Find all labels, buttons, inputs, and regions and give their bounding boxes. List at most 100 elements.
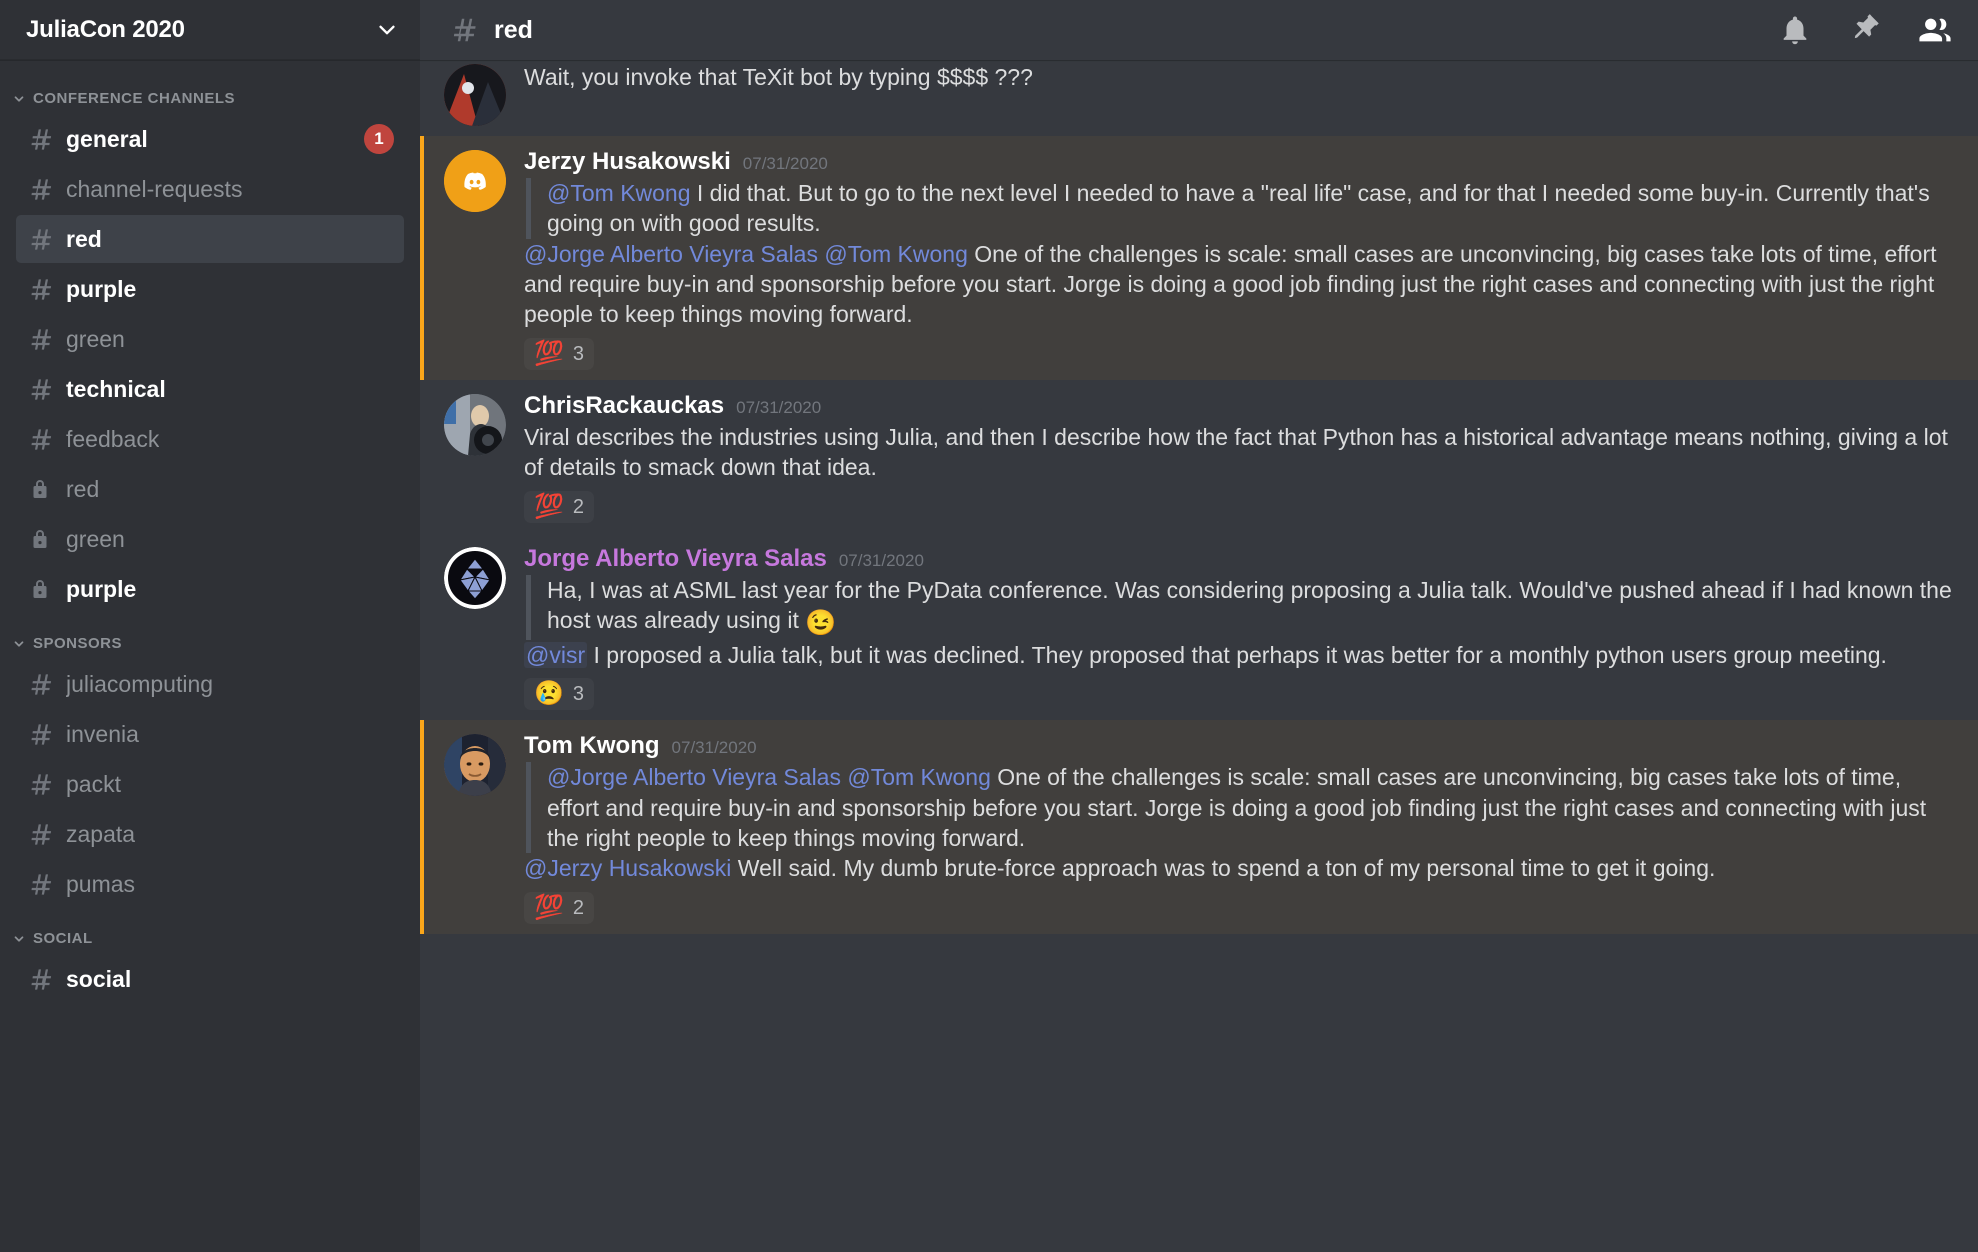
user-mention[interactable]: @Tom Kwong [824,241,968,267]
sidebar-item-social[interactable]: social [16,955,404,1003]
sidebar-item-invenia[interactable]: invenia [16,710,404,758]
avatar[interactable] [444,546,506,609]
hash-icon [28,821,58,848]
message-group: Wait, you invoke that TeXit bot by typin… [420,60,1978,136]
message-timestamp: 07/31/2020 [838,550,924,570]
user-mention[interactable]: @Jerzy Husakowski [524,855,731,881]
channel-category-sponsors[interactable]: SPONSORS [0,615,420,660]
chevron-down-icon[interactable] [376,19,398,41]
avatar[interactable] [444,734,506,797]
channel-name: red [66,225,102,252]
notifications-bell-icon[interactable] [1778,13,1812,47]
user-mention[interactable]: @visr [524,641,588,668]
message-header: Jerzy Husakowski 07/31/2020 [524,148,1952,176]
channel-list[interactable]: CONFERENCE CHANNELS general 1 channel-reque… [0,60,420,1252]
message-text: I proposed a Julia talk, but it was decl… [587,641,1887,668]
reaction-badge[interactable]: 💯 2 [524,891,595,924]
reaction-count: 2 [572,896,585,919]
message-list[interactable]: Wait, you invoke that TeXit bot by typin… [420,60,1978,1252]
message-quote-line: @Tom Kwong I did that. But to go to the … [526,178,1952,239]
hash-icon [28,426,58,453]
message-row: Wait, you invoke that TeXit bot by typin… [420,60,1952,126]
user-mention[interactable]: @Jorge Alberto Vieyra Salas [524,241,818,267]
channel-category-social[interactable]: SOCIAL [0,910,420,955]
message-timestamp: 07/31/2020 [736,397,822,417]
message-author[interactable]: ChrisRackauckas [524,392,724,420]
message-quote-line: @Jorge Alberto Vieyra Salas @Tom Kwong O… [526,762,1952,854]
hash-icon [450,15,480,45]
message-text: I did that. But to go to the next level … [547,180,1930,237]
channel-name: technical [66,375,166,402]
reaction-badge[interactable]: 😢 3 [524,678,595,711]
message-text-line: @Jerzy Husakowski Well said. My dumb bru… [524,853,1952,883]
chevron-down-icon [12,932,26,946]
category-label: SPONSORS [33,635,123,652]
channel-name: purple [66,275,137,302]
discord-app-window: JuliaCon 2020 CONFERENCE CHANNELS general… [0,0,1978,1252]
message-header: ChrisRackauckas 07/31/2020 [524,392,1952,420]
sidebar-item-green[interactable]: green [16,515,404,563]
reaction-emoji: 💯 [534,339,564,367]
server-name: JuliaCon 2020 [26,15,185,43]
hash-icon [28,871,58,898]
channel-header: red [420,0,1978,60]
pinned-messages-icon[interactable] [1848,13,1882,47]
sidebar-item-pumas[interactable]: pumas [16,860,404,908]
channel-name: zapata [66,820,136,847]
sidebar-item-red[interactable]: red [16,215,404,263]
message-author[interactable]: Jorge Alberto Vieyra Salas [524,545,827,573]
reaction-emoji: 💯 [534,893,564,921]
channel-name: juliacomputing [66,670,214,697]
sidebar-item-packt[interactable]: packt [16,760,404,808]
message-text: Well said. My dumb brute-force approach … [731,855,1716,882]
sidebar-item-juliacomputing[interactable]: juliacomputing [16,660,404,708]
sidebar-item-purple[interactable]: purple [16,565,404,613]
member-list-icon[interactable] [1918,13,1952,47]
sidebar-item-purple[interactable]: purple [16,265,404,313]
hash-icon [28,671,58,698]
header-icon-group [1778,13,1952,47]
reaction-bar: 💯 2 [524,490,1952,523]
channel-name: feedback [66,425,160,452]
hash-icon [28,376,58,403]
user-mention[interactable]: @Tom Kwong [547,180,691,206]
hash-icon [28,771,58,798]
channel-name: invenia [66,720,139,747]
server-header[interactable]: JuliaCon 2020 [0,0,420,60]
reaction-emoji: 😢 [534,680,564,708]
message-body: Wait, you invoke that TeXit bot by typin… [524,60,1952,126]
message-body: Jorge Alberto Vieyra Salas 07/31/2020 Ha, … [524,543,1952,711]
message-author[interactable]: Tom Kwong [524,732,660,760]
message-body: ChrisRackauckas 07/31/2020 Viral describes… [524,390,1952,523]
message-group: Jerzy Husakowski 07/31/2020 @Tom Kwong I d… [420,136,1978,380]
sidebar-item-technical[interactable]: technical [16,365,404,413]
sidebar-item-general[interactable]: general 1 [16,115,404,163]
sidebar-item-channel-requests[interactable]: channel-requests [16,165,404,213]
message-text: Viral describes the industries using Jul… [524,423,1948,481]
avatar[interactable] [444,150,506,212]
message-group: Jorge Alberto Vieyra Salas 07/31/2020 Ha, … [420,533,1978,721]
channel-name: pumas [66,870,136,897]
message-text-line: Wait, you invoke that TeXit bot by typin… [524,62,1952,92]
sidebar-item-red[interactable]: red [16,465,404,513]
channel-name: channel-requests [66,175,243,202]
hash-icon [28,966,58,993]
reaction-bar: 💯 2 [524,891,1952,924]
reaction-badge[interactable]: 💯 2 [524,490,595,523]
hash-icon [28,276,58,303]
sidebar-item-green[interactable]: green [16,315,404,363]
reaction-badge[interactable]: 💯 3 [524,337,595,370]
sidebar-item-feedback[interactable]: feedback [16,415,404,463]
message-timestamp: 07/31/2020 [742,154,828,173]
sidebar-item-zapata[interactable]: zapata [16,810,404,858]
user-mention[interactable]: @Tom Kwong [847,764,991,790]
message-row: Tom Kwong 07/31/2020 @Jorge Alberto Vieyra… [420,730,1952,924]
user-mention[interactable]: @Jorge Alberto Vieyra Salas [547,764,841,790]
message-author[interactable]: Jerzy Husakowski [524,148,731,176]
hash-icon [28,126,58,153]
lock-icon [28,477,58,501]
channel-category-conference-channels[interactable]: CONFERENCE CHANNELS [0,82,420,115]
message-group: Tom Kwong 07/31/2020 @Jorge Alberto Vieyra… [420,720,1978,935]
avatar[interactable] [444,393,506,456]
avatar[interactable] [444,64,506,126]
